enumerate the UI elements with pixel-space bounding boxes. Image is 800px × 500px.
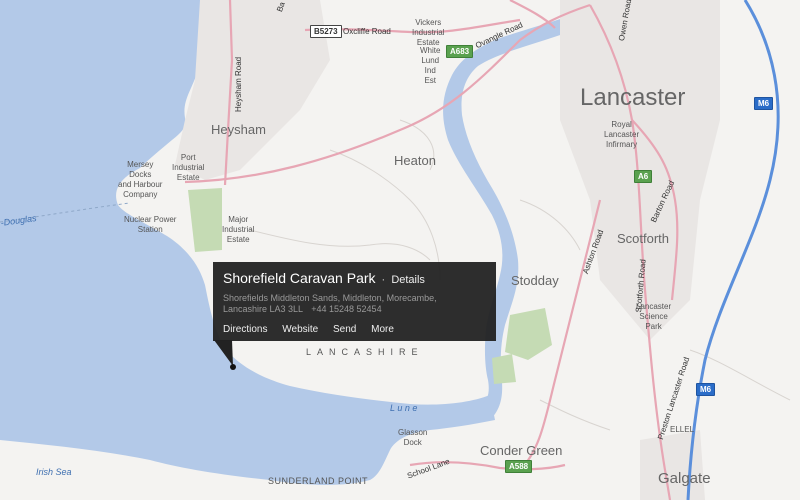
place-scotforth: Scotforth [617, 231, 670, 246]
shield-a6: A6 [634, 170, 653, 183]
poi-glasson-dock: Glasson Dock [398, 428, 428, 447]
popup-title-row: Shorefield Caravan Park · Details [223, 270, 486, 286]
address-line-1: Shorefields Middleton Sands, Middleton, … [223, 293, 437, 303]
place-stodday: Stodday [511, 273, 559, 288]
website-link[interactable]: Website [282, 324, 318, 335]
popup-separator: · [381, 272, 386, 286]
details-link[interactable]: Details [391, 274, 425, 286]
shield-a588: A588 [505, 460, 533, 473]
poi-white-lund: White Lund Ind Est [420, 46, 441, 85]
popup-address: Shorefields Middleton Sands, Middleton, … [223, 293, 486, 315]
park-stodday-2 [492, 354, 516, 384]
road-heysham: Heysham Road [234, 56, 243, 112]
more-link[interactable]: More [371, 324, 394, 335]
place-galgate: Galgate [658, 470, 711, 487]
place-ellel: ELLEL [670, 425, 695, 434]
place-heaton: Heaton [394, 153, 436, 168]
phone-number[interactable]: +44 15248 52454 [311, 304, 381, 314]
feature-sunderland-point: SUNDERLAND POINT [268, 476, 369, 486]
poi-major-industrial: Major Industrial Estate [222, 215, 255, 244]
directions-link[interactable]: Directions [223, 324, 267, 335]
place-lancaster: Lancaster [580, 84, 686, 111]
shield-m6-mid: M6 [696, 383, 716, 396]
poi-mersey-docks: Mersey Docks and Harbour Company [118, 160, 163, 199]
shield-m6-top: M6 [754, 97, 774, 110]
place-heysham: Heysham [211, 122, 266, 137]
place-conder-green: Conder Green [480, 443, 563, 458]
send-link[interactable]: Send [333, 324, 356, 335]
water-irish-sea: Irish Sea [36, 467, 72, 477]
poi-vickers: Vickers Industrial Estate [412, 18, 445, 47]
poi-port-industrial: Port Industrial Estate [172, 153, 205, 182]
popup-actions: Directions Website Send More [223, 324, 486, 335]
poi-royal-infirmary: Royal Lancaster Infirmary [604, 120, 640, 149]
shield-b5273: B5273 [310, 25, 342, 38]
popup-title[interactable]: Shorefield Caravan Park [223, 270, 376, 286]
region-lancashire: LANCASHIRE [306, 347, 424, 357]
location-popup: Shorefield Caravan Park · Details Shoref… [213, 262, 496, 341]
shield-a683: A683 [446, 45, 474, 58]
road-oxcliffe: Oxcliffe Road [343, 27, 391, 36]
address-line-2: Lancashire LA3 3LL +44 15248 52454 [223, 304, 382, 314]
urban-galgate [640, 430, 705, 500]
water-lune: L u n e [390, 403, 418, 413]
poi-nuclear: Nuclear Power Station [124, 215, 177, 234]
